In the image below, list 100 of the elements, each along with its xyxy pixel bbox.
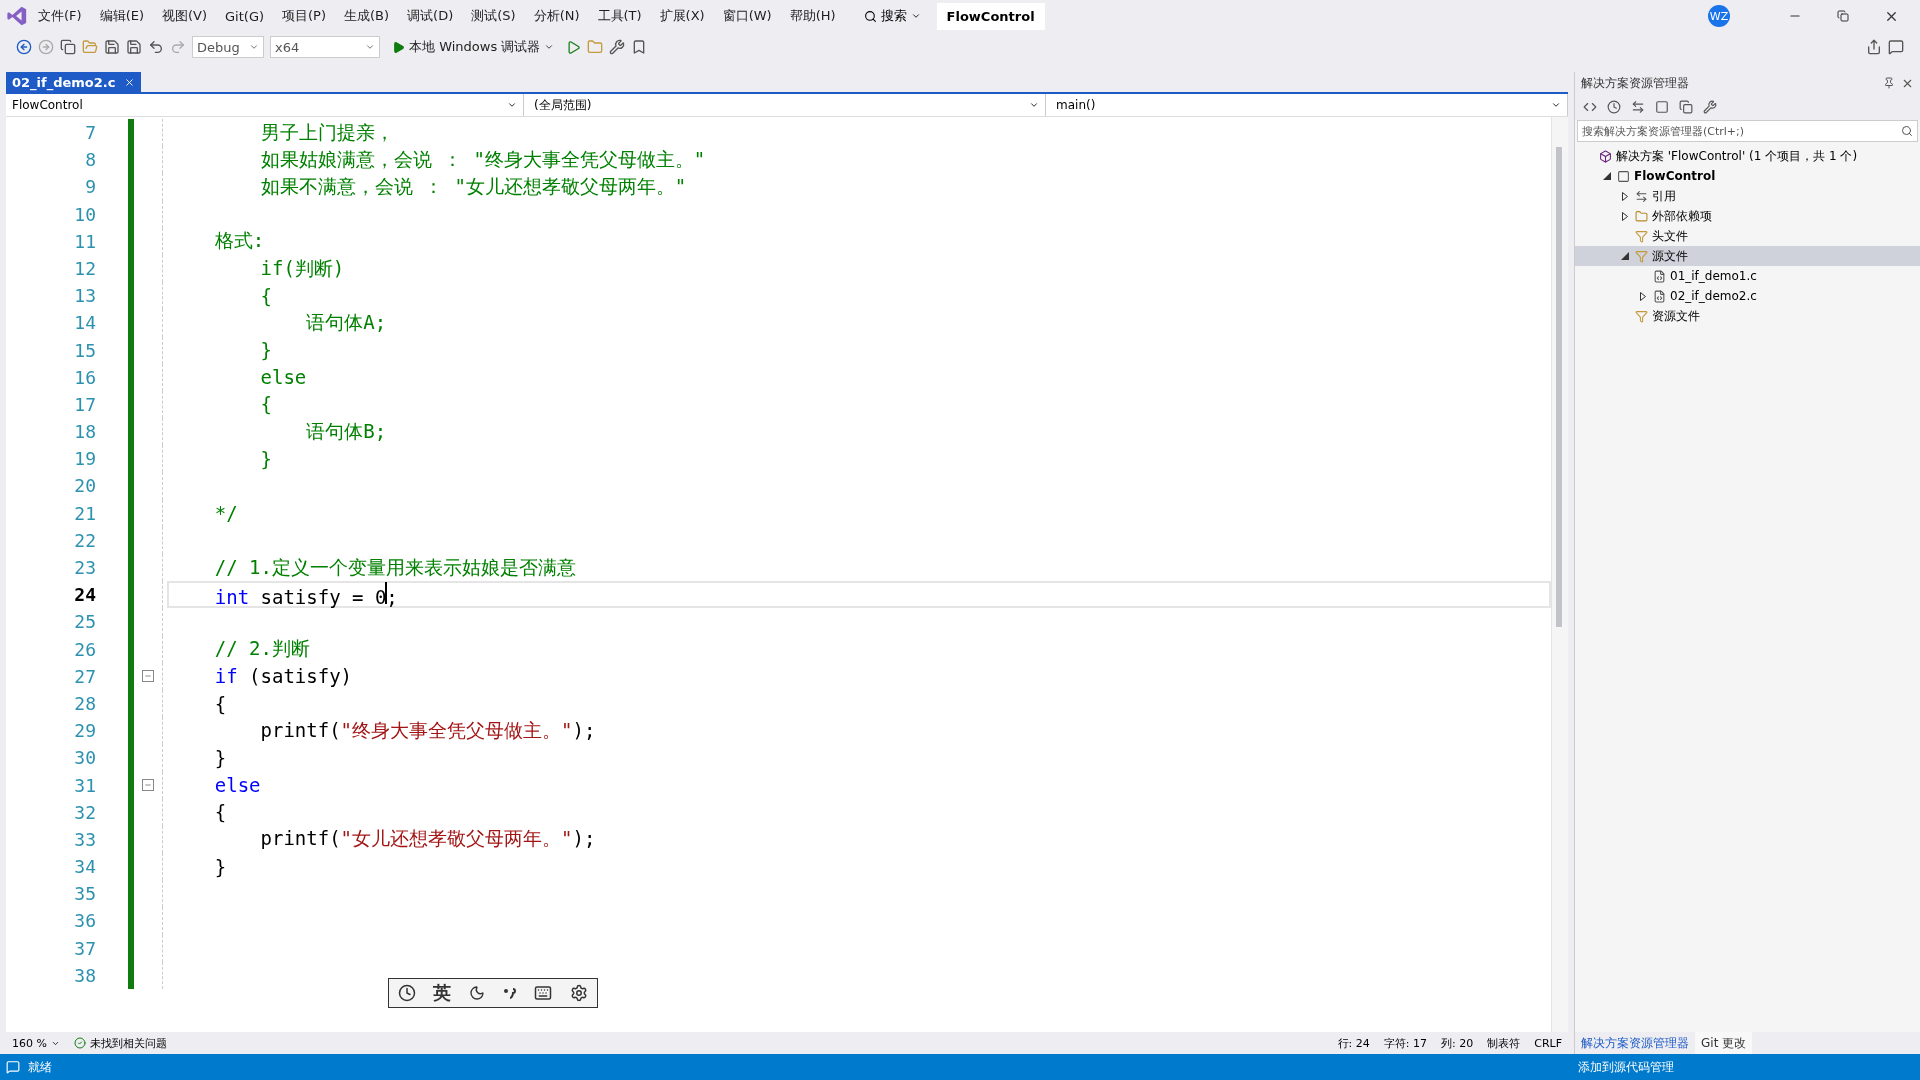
tree-item[interactable]: 引用 [1575, 186, 1920, 206]
menu-item[interactable]: 工具(T) [589, 3, 650, 29]
status-text: 就绪 [28, 1058, 52, 1076]
code-icon[interactable] [1583, 100, 1597, 114]
code-line: { [259, 393, 272, 416]
sync-icon[interactable] [1631, 100, 1645, 114]
undo-icon[interactable] [148, 39, 164, 55]
document-tab[interactable]: 02_if_demo2.c [6, 72, 141, 92]
input-mode[interactable]: 英 [433, 981, 452, 1005]
menu-item[interactable]: 文件(F) [30, 3, 90, 29]
history-icon[interactable] [1607, 100, 1621, 114]
code-line: { [213, 692, 227, 715]
zoom-dropdown[interactable]: 160 % [12, 1036, 60, 1050]
code-line: 格式: [213, 228, 265, 254]
code-line: 如果不满意，会说 ： "女儿还想孝敬父母两年。" [259, 173, 687, 199]
folder-icon [1635, 209, 1648, 223]
search-button[interactable]: 搜索 [855, 3, 929, 29]
tree-item-label: 解决方案 'FlowControl' (1 个项目，共 1 个) [1616, 147, 1858, 165]
code-line: 如果姑娘满意，会说 ： "终身大事全凭父母做主。" [259, 146, 706, 172]
pin-icon[interactable] [1883, 77, 1895, 89]
user-avatar[interactable]: WZ [1708, 5, 1730, 27]
tree-item[interactable]: 外部依赖项 [1575, 206, 1920, 226]
search-field[interactable]: 搜索解决方案资源管理器(Ctrl+;) [1577, 120, 1918, 142]
new-project-icon[interactable] [60, 39, 76, 55]
clock-icon[interactable] [397, 984, 416, 1002]
tree-item[interactable]: 源文件 [1575, 246, 1920, 266]
c-file-icon [1653, 289, 1666, 303]
settings-icon[interactable] [570, 984, 589, 1002]
save-all-icon[interactable] [126, 39, 142, 55]
panel-title: 解决方案资源管理器 [1581, 74, 1689, 92]
copy-icon[interactable] [1679, 100, 1693, 114]
code-line: int satisfy = 0; [169, 581, 398, 608]
tree-item[interactable]: 02_if_demo2.c [1575, 286, 1920, 306]
line-number: 13 [73, 284, 96, 309]
menu-item[interactable]: Git(G) [217, 4, 273, 28]
menu-item[interactable]: 窗口(W) [714, 3, 780, 29]
filter-folder-icon [1635, 229, 1648, 243]
member-dropdown[interactable]: main() [1050, 94, 1568, 116]
indent-indicator[interactable]: 制表符 [1487, 1035, 1521, 1051]
line-number: 10 [73, 202, 96, 227]
tree-item-label: 外部依赖项 [1652, 207, 1712, 225]
line-number: 8 [84, 148, 96, 173]
collapse-icon[interactable] [142, 779, 154, 792]
play-icon[interactable] [566, 39, 582, 55]
properties-icon[interactable] [1703, 100, 1717, 114]
configuration-dropdown[interactable]: Debug [192, 36, 264, 58]
scope-dropdown[interactable]: (全局范围) [528, 94, 1046, 116]
menu-item[interactable]: 生成(B) [336, 3, 398, 29]
menu-item[interactable]: 项目(P) [274, 3, 334, 29]
line-number: 24 [73, 583, 96, 608]
code-line: { [259, 284, 272, 307]
close-icon[interactable] [123, 76, 135, 88]
line-number: 7 [84, 121, 96, 145]
punctuation-icon[interactable] [502, 986, 517, 1000]
menu-item[interactable]: 扩展(X) [651, 3, 713, 29]
menu-item[interactable]: 测试(S) [463, 3, 524, 29]
panel-tab[interactable]: Git 更改 [1695, 1031, 1753, 1055]
tree-item[interactable]: 资源文件 [1575, 306, 1920, 326]
run-button[interactable]: 本地 Windows 调试器 [386, 37, 561, 57]
tree-item[interactable]: 头文件 [1575, 226, 1920, 246]
moon-icon[interactable] [469, 985, 486, 1001]
platform-dropdown[interactable]: x64 [270, 36, 380, 58]
source-control-button[interactable]: 添加到源代码管理 [1578, 1058, 1674, 1076]
code-line: if (satisfy) [213, 665, 353, 688]
menu-item[interactable]: 视图(V) [154, 3, 216, 29]
c-file-icon [1653, 269, 1666, 283]
menu-item[interactable]: 调试(D) [399, 3, 462, 29]
restore-icon [1837, 10, 1849, 22]
keyboard-icon[interactable] [534, 984, 553, 1002]
tree-item[interactable]: 01_if_demo1.c [1575, 266, 1920, 286]
menu-item[interactable]: 分析(N) [525, 3, 588, 29]
issues-status[interactable]: 未找到相关问题 [73, 1035, 167, 1051]
solution-icon [1599, 149, 1612, 163]
panel-tab[interactable]: 解决方案资源管理器 [1575, 1031, 1695, 1055]
line-number: 18 [73, 420, 96, 445]
line-number: 28 [73, 691, 96, 716]
menu-item[interactable]: 帮助(H) [781, 3, 844, 29]
code-line: } [213, 855, 227, 878]
share-icon[interactable] [1866, 39, 1882, 55]
wrench-icon[interactable] [609, 39, 626, 55]
filter-folder-icon [1635, 249, 1648, 263]
scrollbar[interactable] [1551, 117, 1568, 1032]
feedback-icon[interactable] [1888, 39, 1904, 55]
collapse-all-icon[interactable] [1655, 100, 1669, 114]
project-dropdown[interactable]: FlowControl [6, 94, 524, 116]
tree-item-label: 02_if_demo2.c [1670, 289, 1757, 303]
back-icon[interactable] [16, 39, 32, 55]
line-number: 25 [73, 610, 96, 635]
search-icon [863, 9, 877, 23]
menu-item[interactable]: 编辑(E) [91, 3, 152, 29]
save-icon[interactable] [104, 39, 120, 55]
tree-item[interactable]: FlowControl [1575, 166, 1920, 186]
line-number: 26 [73, 637, 96, 662]
collapse-icon[interactable] [142, 670, 154, 683]
tree-item-label: 01_if_demo1.c [1670, 269, 1757, 283]
solution-name: FlowControl [936, 2, 1045, 30]
tree-item[interactable]: 解决方案 'FlowControl' (1 个项目，共 1 个) [1575, 146, 1920, 166]
line-ending-indicator[interactable]: CRLF [1534, 1036, 1562, 1050]
code-line: else [259, 366, 307, 389]
code-line: } [213, 746, 227, 769]
